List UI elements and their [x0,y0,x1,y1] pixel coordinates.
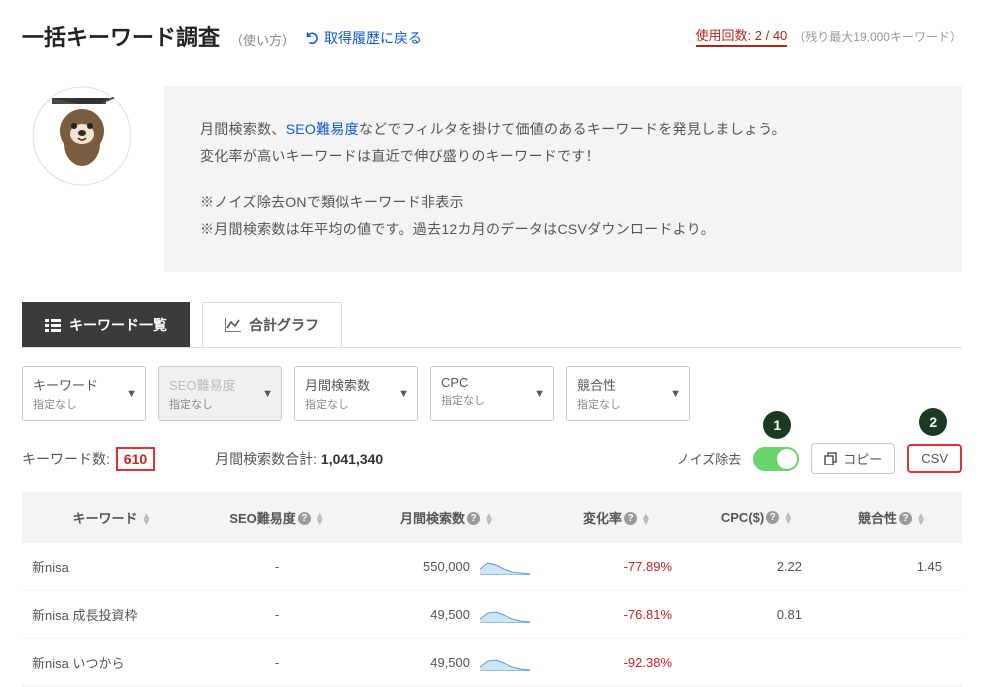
copy-button[interactable]: コピー [811,443,895,474]
history-back-label: 取得履歴に戻る [324,28,422,48]
help-icon[interactable]: ? [467,512,480,525]
tab-graph[interactable]: 合計グラフ [202,302,342,347]
table-row: 新nisa 成長投資枠 - 49,500 -76.81% 0.81 [22,591,962,639]
sparkline-icon [480,559,530,575]
history-back-link[interactable]: 取得履歴に戻る [305,28,422,48]
otter-icon [32,86,132,186]
stats-row: キーワード数: 610 月間検索数合計: 1,041,340 ノイズ除去 1 コ… [22,443,962,474]
chevron-down-icon: ▼ [534,388,545,400]
filter-keyword[interactable]: キーワード 指定なし ▼ [22,366,146,421]
csv-label: CSV [921,451,948,466]
results-table: キーワード▲▼ SEO難易度?▲▼ 月間検索数?▲▼ 変化率?▲▼ CPC($)… [22,492,962,687]
undo-icon [305,30,320,45]
csv-button[interactable]: CSV [907,444,962,473]
noise-filter-label: ノイズ除去 [677,449,742,468]
annotation-marker-2: 2 [919,408,947,436]
table-row: 新nisa - 550,000 -77.89% 2.22 1.45 [22,543,962,591]
keyword-count: キーワード数: 610 [22,449,155,469]
usage-remaining: （残り最大19,000キーワード） [793,28,962,45]
help-icon[interactable]: ? [766,511,779,524]
filter-volume[interactable]: 月間検索数 指定なし ▼ [294,366,418,421]
chevron-down-icon: ▼ [262,388,273,400]
chevron-down-icon: ▼ [670,388,681,400]
th-cpc[interactable]: CPC($)?▲▼ [692,492,822,543]
volume-total: 月間検索数合計: 1,041,340 [215,449,383,469]
list-icon [45,318,61,332]
annotation-marker-1: 1 [763,411,791,439]
filter-seo-difficulty[interactable]: SEO難易度 指定なし ▼ [158,366,282,421]
header-row: 一括キーワード調査 （使い方） 取得履歴に戻る 使用回数: 2 / 40 （残り… [22,20,962,52]
tabs: キーワード一覧 合計グラフ [22,302,962,348]
copy-label: コピー [843,449,882,468]
info-bubble: 月間検索数、SEO難易度などでフィルタを掛けて価値のあるキーワードを発見しましょ… [164,86,962,272]
sparkline-icon [480,655,530,671]
chevron-down-icon: ▼ [398,388,409,400]
help-icon[interactable]: ? [899,512,912,525]
th-volume[interactable]: 月間検索数?▲▼ [352,492,542,543]
tab-graph-label: 合計グラフ [249,315,319,335]
help-icon[interactable]: ? [624,512,637,525]
filter-competition[interactable]: 競合性 指定なし ▼ [566,366,690,421]
title-left: 一括キーワード調査 （使い方） 取得履歴に戻る [22,20,422,52]
seo-difficulty-link[interactable]: SEO難易度 [286,121,359,137]
copy-icon [824,452,837,465]
usage-count: 使用回数: 2 / 40 [696,25,788,47]
tab-keyword-list[interactable]: キーワード一覧 [22,302,190,347]
sparkline-icon [480,607,530,623]
th-difficulty[interactable]: SEO難易度?▲▼ [202,492,352,543]
th-change[interactable]: 変化率?▲▼ [542,492,692,543]
info-box: 月間検索数、SEO難易度などでフィルタを掛けて価値のあるキーワードを発見しましょ… [22,86,962,272]
filter-cpc[interactable]: CPC 指定なし ▼ [430,366,554,421]
chart-icon [225,318,241,332]
help-icon[interactable]: ? [298,512,311,525]
tab-list-label: キーワード一覧 [69,315,167,335]
usage-info: 使用回数: 2 / 40 （残り最大19,000キーワード） [696,25,963,47]
table-row: 新nisa いつから - 49,500 -92.38% [22,639,962,687]
noise-filter-toggle[interactable] [753,447,799,471]
chevron-down-icon: ▼ [126,388,137,400]
th-keyword[interactable]: キーワード▲▼ [22,492,202,543]
page-title: 一括キーワード調査 [22,20,220,52]
mascot-avatar [22,86,142,189]
howto-link[interactable]: （使い方） [230,30,295,49]
th-competition[interactable]: 競合性?▲▼ [822,492,962,543]
toolbar: ノイズ除去 1 コピー 2 CSV [677,443,962,474]
filter-row: キーワード 指定なし ▼ SEO難易度 指定なし ▼ 月間検索数 指定なし ▼ … [22,366,962,421]
